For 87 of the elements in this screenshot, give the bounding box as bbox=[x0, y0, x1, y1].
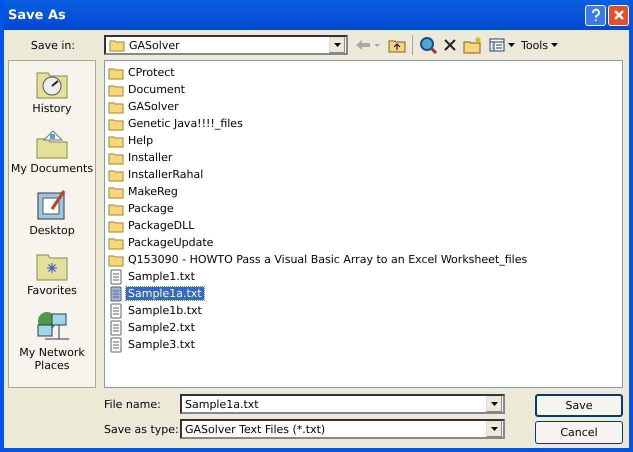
folder-icon bbox=[108, 134, 124, 148]
help-button[interactable] bbox=[585, 4, 606, 26]
folder-item[interactable]: Installer bbox=[108, 149, 619, 166]
folder-item[interactable]: Document bbox=[108, 81, 619, 98]
folder-item[interactable]: MakeReg bbox=[108, 183, 619, 200]
close-button[interactable] bbox=[608, 4, 629, 26]
file-name: CProtect bbox=[127, 66, 176, 79]
cancel-button[interactable]: Cancel bbox=[535, 421, 623, 444]
folder-icon bbox=[108, 150, 124, 164]
file-name-label: File name: bbox=[103, 398, 162, 410]
file-name: Sample2.txt bbox=[127, 321, 196, 334]
file-name: PackageUpdate bbox=[127, 236, 214, 249]
places-item[interactable]: My Network Places bbox=[10, 311, 94, 372]
save-in-label: Save in: bbox=[30, 38, 76, 52]
folder-item[interactable]: Q153090 - HOWTO Pass a Visual Basic Array to an Excel Worksheet_files bbox=[108, 251, 619, 268]
save-as-type-label: Save as type: bbox=[103, 422, 180, 436]
places-item[interactable]: My Documents bbox=[10, 129, 94, 175]
desktop-icon bbox=[36, 189, 68, 221]
folder-icon bbox=[108, 82, 124, 96]
place-label: Favorites bbox=[27, 284, 77, 297]
text-file-icon bbox=[108, 268, 124, 284]
places-item[interactable]: History bbox=[10, 69, 94, 115]
folder-icon bbox=[108, 100, 124, 114]
file-name: Help bbox=[127, 134, 154, 147]
delete-icon[interactable] bbox=[443, 38, 457, 52]
folder-item[interactable]: PackageDLL bbox=[108, 217, 619, 234]
folder-icon bbox=[108, 184, 124, 198]
file-name: Q153090 - HOWTO Pass a Visual Basic Array to an Excel Worksheet_files bbox=[127, 253, 528, 266]
tools-menu-button[interactable]: Tools bbox=[521, 38, 558, 52]
place-label: History bbox=[32, 102, 72, 115]
search-icon[interactable] bbox=[419, 36, 437, 54]
places-item[interactable]: Desktop bbox=[10, 189, 94, 237]
file-name: Document bbox=[127, 83, 186, 96]
file-item[interactable]: Sample1b.txt bbox=[108, 302, 619, 319]
place-label: My Documents bbox=[10, 162, 94, 175]
folder-icon bbox=[108, 236, 124, 250]
caret-icon bbox=[508, 43, 515, 47]
list-view-icon bbox=[489, 38, 505, 52]
text-file-icon bbox=[108, 336, 124, 352]
place-label: Desktop bbox=[29, 224, 75, 237]
file-name-value: Sample1a.txt bbox=[185, 398, 260, 410]
views-button[interactable] bbox=[489, 38, 515, 52]
folder-item[interactable]: InstallerRahal bbox=[108, 166, 619, 183]
save-button[interactable]: Save bbox=[535, 394, 623, 417]
place-label: My Network Places bbox=[18, 346, 86, 372]
file-item[interactable]: Sample1.txt bbox=[108, 268, 619, 285]
close-icon bbox=[612, 8, 626, 22]
file-name: PackageDLL bbox=[127, 219, 196, 232]
folder-icon bbox=[108, 252, 124, 266]
file-item[interactable]: Sample2.txt bbox=[108, 319, 619, 336]
folder-item[interactable]: PackageUpdate bbox=[108, 234, 619, 251]
window-title: Save As bbox=[8, 8, 66, 22]
file-type-value: GASolver Text Files (*.txt) bbox=[185, 422, 326, 436]
file-name: Sample3.txt bbox=[127, 338, 196, 351]
file-name: Installer bbox=[127, 151, 174, 164]
file-item[interactable]: Sample1a.txt bbox=[108, 285, 619, 302]
file-name: InstallerRahal bbox=[127, 168, 204, 181]
file-name: Genetic Java!!!!_files bbox=[127, 117, 244, 130]
folder-icon bbox=[108, 116, 124, 130]
file-name: MakeReg bbox=[127, 185, 179, 198]
file-name-field[interactable]: Sample1a.txt bbox=[180, 394, 505, 414]
folder-item[interactable]: Genetic Java!!!!_files bbox=[108, 115, 619, 132]
folder-item[interactable]: Help bbox=[108, 132, 619, 149]
location-text: GASolver bbox=[129, 38, 181, 52]
text-file-icon bbox=[108, 286, 124, 302]
file-name: Package bbox=[127, 202, 175, 215]
folder-icon bbox=[108, 66, 124, 80]
caret-icon bbox=[551, 43, 558, 47]
file-name: Sample1.txt bbox=[127, 270, 196, 283]
folder-icon bbox=[109, 38, 125, 52]
folder-item[interactable]: Package bbox=[108, 200, 619, 217]
places-item[interactable]: Favorites bbox=[10, 251, 94, 297]
folder-item[interactable]: CProtect bbox=[108, 64, 619, 81]
text-file-icon bbox=[108, 302, 124, 318]
file-name: Sample1a.txt bbox=[126, 287, 204, 300]
file-name: Sample1b.txt bbox=[127, 304, 203, 317]
file-item[interactable]: Sample3.txt bbox=[108, 336, 619, 353]
folder-icon bbox=[108, 202, 124, 216]
file-name: GASolver bbox=[127, 100, 180, 113]
folder-icon bbox=[108, 218, 124, 232]
folder-icon bbox=[108, 168, 124, 182]
text-file-icon bbox=[108, 320, 124, 336]
new-folder-icon[interactable] bbox=[463, 36, 483, 54]
folder-item[interactable]: GASolver bbox=[108, 98, 619, 115]
save-as-type-dropdown[interactable]: GASolver Text Files (*.txt) bbox=[180, 419, 505, 439]
save-in-dropdown[interactable]: GASolver bbox=[104, 35, 348, 55]
documents-folder-icon bbox=[36, 129, 68, 159]
